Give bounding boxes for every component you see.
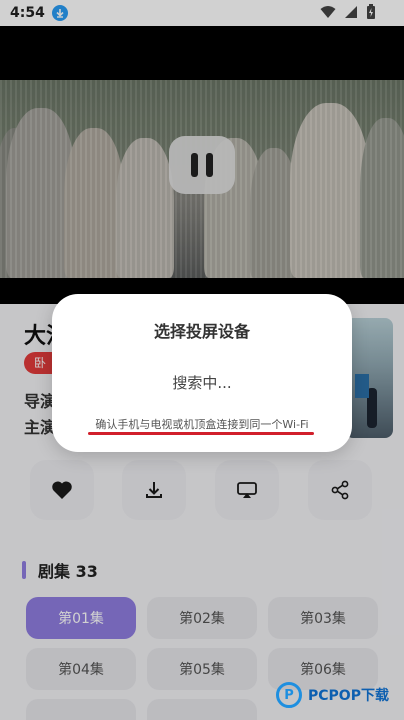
search-status: 搜索中...: [172, 374, 232, 392]
wifi-hint: 确认手机与电视或机顶盒连接到同一个Wi-Fi: [95, 418, 309, 431]
watermark: P PCPOP下载: [276, 682, 389, 708]
watermark-logo-icon: P: [276, 682, 302, 708]
hint-underline: [88, 432, 314, 435]
cast-device-dialog: 选择投屏设备 搜索中... 确认手机与电视或机顶盒连接到同一个Wi-Fi: [52, 294, 352, 452]
watermark-text: PCPOP下载: [308, 688, 389, 704]
dialog-title: 选择投屏设备: [153, 322, 250, 341]
